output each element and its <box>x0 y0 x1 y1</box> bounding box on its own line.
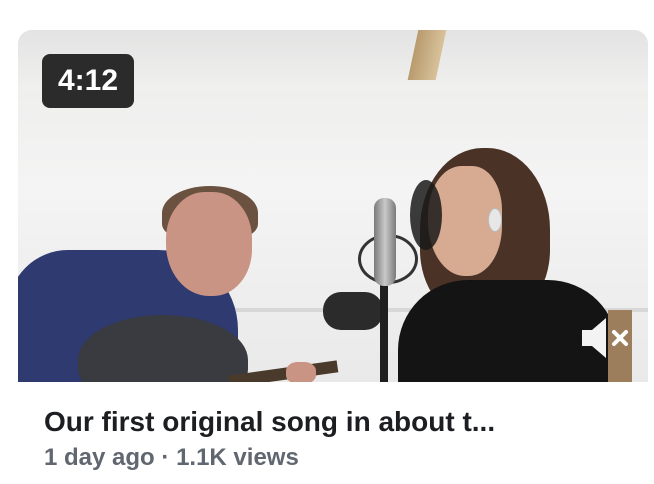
video-thumbnail[interactable]: 4:12 <box>18 30 648 382</box>
view-count: 1.1K views <box>176 444 299 470</box>
mic-stand <box>380 280 388 382</box>
mic-stand-arm <box>323 292 383 330</box>
microphone <box>374 198 396 286</box>
speaker-muted-icon[interactable] <box>578 314 634 362</box>
guitarist-head <box>166 192 252 296</box>
guitarist-hand <box>286 362 316 382</box>
video-card[interactable]: 4:12 Our first original song in about t.… <box>18 30 648 470</box>
pop-filter <box>410 180 442 250</box>
upload-age: 1 day ago <box>44 444 155 470</box>
duration-badge: 4:12 <box>42 54 134 108</box>
video-meta: 1 day ago · 1.1K views <box>44 444 299 470</box>
singer-earring <box>488 208 502 232</box>
meta-separator: · <box>161 444 170 470</box>
video-title[interactable]: Our first original song in about t... <box>44 406 644 438</box>
